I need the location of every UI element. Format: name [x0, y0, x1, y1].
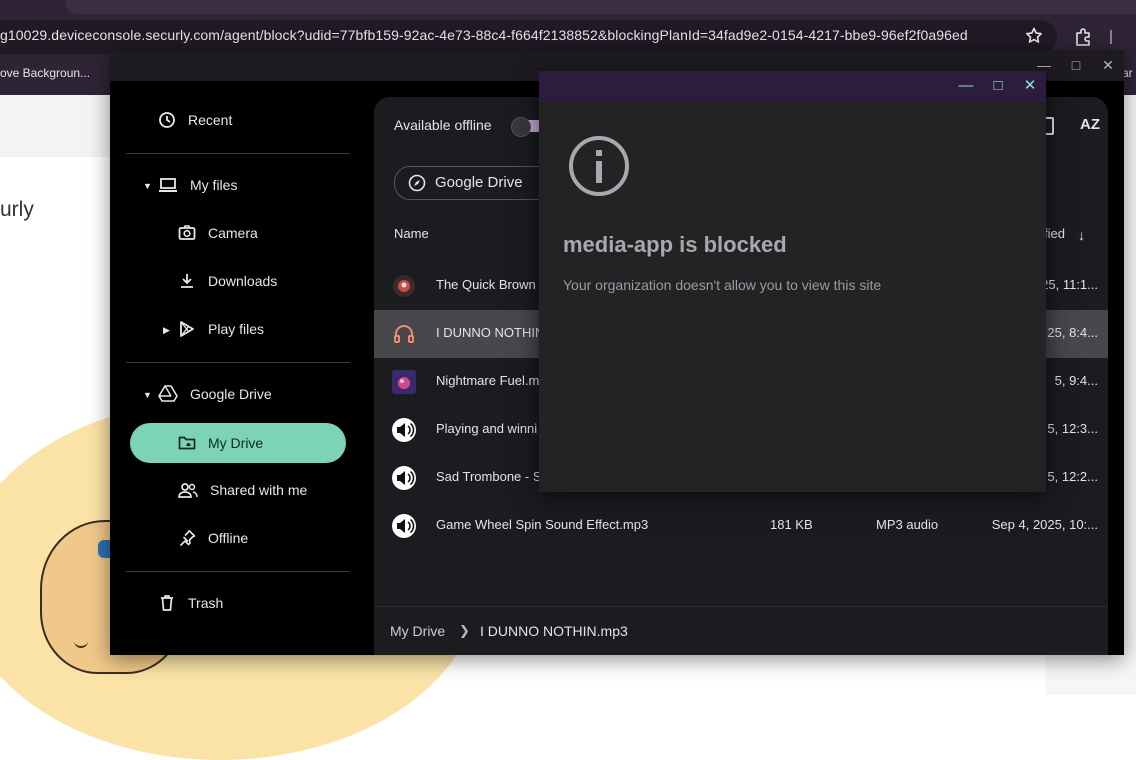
file-type: MP3 audio — [876, 517, 939, 532]
folder-drive-icon — [178, 436, 196, 450]
file-name: Playing and winni — [436, 421, 538, 436]
sidebar-item-recent[interactable]: Recent — [158, 100, 232, 140]
sidebar-item-my-files[interactable]: My files — [158, 165, 237, 205]
play-store-icon — [180, 321, 194, 337]
extensions-icon[interactable] — [1073, 26, 1095, 48]
file-row[interactable]: Game Wheel Spin Sound Effect.mp3 181 KB … — [374, 502, 1108, 550]
compass-icon — [408, 174, 426, 192]
sidebar-item-offline[interactable]: Offline — [178, 518, 248, 558]
sidebar-divider — [126, 571, 350, 572]
column-header-name[interactable]: Name — [394, 226, 429, 241]
sidebar-label: Play files — [208, 321, 265, 337]
file-date: 5, 9:4... — [1054, 373, 1098, 388]
file-date: Sep 4, 2025, 10:... — [991, 517, 1098, 532]
sidebar-item-downloads[interactable]: Downloads — [178, 261, 277, 301]
sidebar-label: My Drive — [208, 435, 264, 451]
sidebar-item-shared-with-me[interactable]: Shared with me — [178, 470, 307, 510]
info-icon — [569, 136, 629, 196]
file-name: Nightmare Fuel.m — [436, 373, 540, 388]
sidebar-label: Recent — [188, 112, 233, 128]
sidebar-label: Shared with me — [210, 482, 308, 498]
securly-logo-text: urly — [0, 198, 34, 221]
thumbnail-icon — [392, 370, 416, 394]
pin-icon — [179, 529, 196, 547]
file-date: 25, 8:4... — [1047, 325, 1098, 340]
trash-icon — [161, 595, 173, 611]
sidebar-divider — [126, 153, 350, 154]
toggle-knob[interactable] — [511, 117, 531, 137]
close-icon[interactable]: ✕ — [1022, 78, 1038, 94]
sidebar-divider — [126, 362, 350, 363]
tab-strip — [66, 0, 1136, 14]
headphones-icon — [394, 325, 414, 343]
thumbnail-icon — [393, 275, 415, 297]
file-date: 25, 11:1... — [1041, 277, 1098, 292]
camera-icon — [178, 225, 196, 240]
google-drive-icon — [158, 385, 178, 402]
clock-icon — [159, 112, 175, 128]
sort-az-icon[interactable]: AZ — [1080, 116, 1100, 133]
minimize-icon[interactable]: — — [958, 78, 974, 94]
sidebar-label: Trash — [188, 595, 224, 611]
speaker-icon — [392, 514, 416, 538]
arrow-down-icon[interactable]: ↓ — [1078, 227, 1085, 243]
file-name: The Quick Brown — [436, 277, 536, 292]
chevron-right-icon: ❯ — [459, 623, 470, 638]
sidebar-item-play-files[interactable]: Play files — [178, 309, 264, 349]
sidebar-item-trash[interactable]: Trash — [158, 583, 223, 623]
available-offline-label: Available offline — [394, 117, 492, 133]
maximize-icon[interactable]: □ — [990, 78, 1006, 94]
blocked-title: media-app is blocked — [563, 232, 787, 257]
sidebar-item-my-drive[interactable]: My Drive — [178, 423, 263, 463]
breadcrumb-current: I DUNNO NOTHIN.mp3 — [480, 623, 628, 639]
file-date: 5, 12:3... — [1047, 421, 1098, 436]
close-icon[interactable]: ✕ — [1100, 57, 1116, 73]
google-drive-chip[interactable]: Google Drive — [394, 166, 556, 200]
sidebar-label: Downloads — [208, 273, 278, 289]
maximize-icon[interactable]: □ — [1068, 57, 1084, 73]
speaker-icon — [392, 418, 416, 442]
sidebar-label: Camera — [208, 225, 258, 241]
dialog-titlebar[interactable]: — □ ✕ — [539, 71, 1046, 102]
expand-arrow-icon[interactable]: ▼ — [143, 181, 153, 191]
file-size: 181 KB — [770, 517, 813, 532]
sidebar-item-camera[interactable]: Camera — [178, 213, 258, 253]
laptop-icon — [159, 178, 177, 192]
file-name: Sad Trombone - S — [436, 469, 542, 484]
file-date: 5, 12:2... — [1047, 469, 1098, 484]
sidebar-item-google-drive[interactable]: Google Drive — [158, 374, 272, 414]
background-header — [0, 95, 110, 157]
people-icon — [178, 483, 198, 498]
column-header-modified[interactable]: fied — [1044, 226, 1065, 241]
expand-arrow-icon[interactable]: ▼ — [143, 390, 153, 400]
file-name: Game Wheel Spin Sound Effect.mp3 — [436, 517, 649, 532]
blocked-dialog: — □ ✕ media-app is blocked Your organiza… — [539, 71, 1046, 492]
breadcrumb-root[interactable]: My Drive — [390, 623, 445, 639]
breadcrumb: My Drive ❯ I DUNNO NOTHIN.mp3 — [374, 606, 1108, 655]
file-name: I DUNNO NOTHIN — [436, 325, 545, 340]
speaker-icon — [392, 466, 416, 490]
url-text[interactable]: g10029.deviceconsole.securly.com/agent/b… — [0, 27, 968, 43]
sidebar-label: Offline — [208, 530, 249, 546]
toolbar-separator — [1110, 30, 1112, 44]
bookmark-star-icon[interactable] — [1024, 26, 1044, 46]
sidebar-label: Google Drive — [190, 386, 272, 402]
drive-chip-label: Google Drive — [435, 174, 523, 191]
expand-arrow-icon[interactable]: ▶ — [163, 325, 173, 335]
blocked-message: Your organization doesn't allow you to v… — [563, 277, 882, 293]
download-icon — [181, 274, 193, 288]
bookmark-item[interactable]: ove Backgroun... — [0, 66, 90, 80]
sidebar-label: My files — [190, 177, 238, 193]
